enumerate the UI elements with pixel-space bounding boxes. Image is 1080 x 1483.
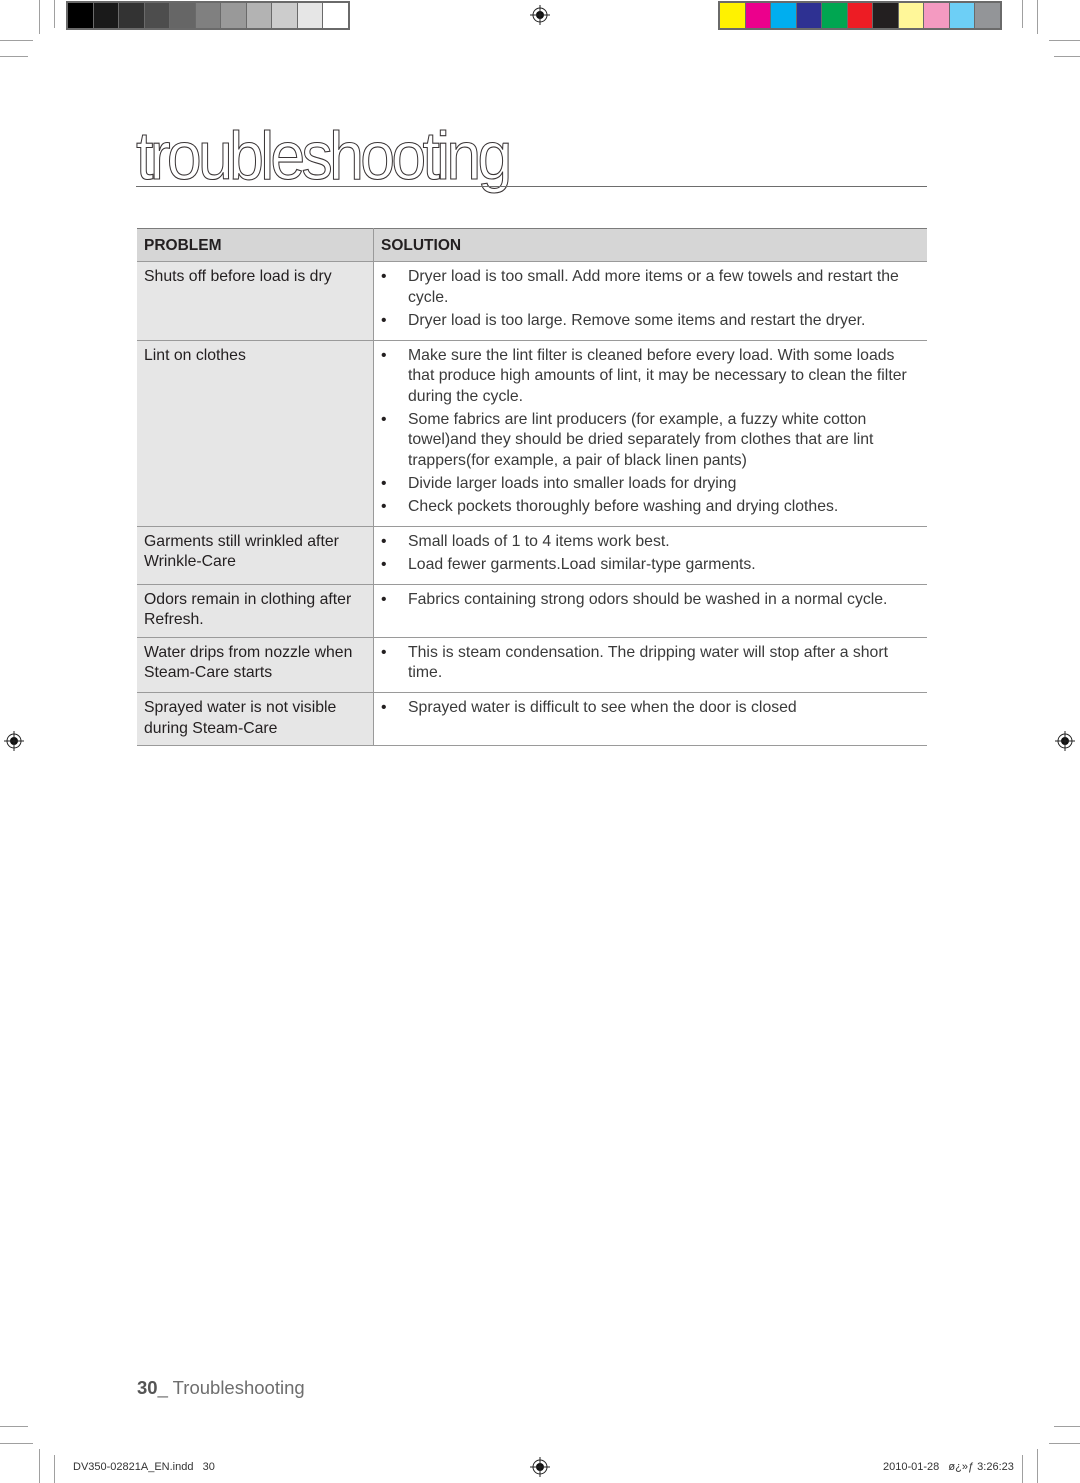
table-row: Water drips from nozzle when Steam-Care …: [137, 637, 927, 693]
color-swatch: [847, 3, 872, 28]
color-swatch: [144, 3, 169, 28]
solution-item: Sprayed water is difficult to see when t…: [378, 698, 920, 719]
solution-cell: Sprayed water is difficult to see when t…: [373, 692, 927, 746]
solution-list: Sprayed water is difficult to see when t…: [378, 698, 920, 719]
solution-item: Dryer load is too small. Add more items …: [378, 267, 920, 308]
problem-cell: Sprayed water is not visible during Stea…: [137, 692, 374, 746]
solution-list: Small loads of 1 to 4 items work best.Lo…: [378, 532, 920, 576]
crop-mark: [1022, 1455, 1023, 1483]
solution-item: This is steam condensation. The dripping…: [378, 643, 920, 684]
problem-cell: Lint on clothes: [137, 340, 374, 527]
color-swatch: [221, 3, 246, 28]
registration-mark-icon: [530, 1457, 550, 1477]
title-rule: [136, 186, 927, 187]
registration-mark-icon: [1055, 731, 1075, 751]
solution-list: Make sure the lint filter is cleaned bef…: [378, 346, 920, 518]
crop-mark: [1022, 0, 1023, 28]
page-title: troubleshooting: [135, 118, 541, 194]
color-swatch: [119, 3, 144, 28]
color-swatch: [246, 3, 271, 28]
solution-cell: Fabrics containing strong odors should b…: [373, 584, 927, 638]
color-swatch: [272, 3, 297, 28]
table-row: Lint on clothesMake sure the lint filter…: [137, 340, 927, 527]
color-swatch: [93, 3, 118, 28]
page-footer: 30_ Troubleshooting: [137, 1377, 305, 1399]
color-swatch: [898, 3, 923, 28]
crop-mark: [1054, 1426, 1080, 1427]
crop-mark: [39, 0, 40, 34]
crop-mark: [1049, 1443, 1080, 1444]
color-swatch: [720, 3, 745, 28]
page-number: 30: [137, 1377, 158, 1398]
solution-item: Fabrics containing strong odors should b…: [378, 590, 920, 611]
table-row: Shuts off before load is dryDryer load i…: [137, 261, 927, 341]
table-row: Odors remain in clothing after Refresh.F…: [137, 584, 927, 638]
grayscale-color-bar: [66, 1, 350, 30]
solution-list: Fabrics containing strong odors should b…: [378, 590, 920, 611]
color-swatch: [924, 3, 949, 28]
page-title-text: troubleshooting: [135, 118, 512, 194]
problem-cell: Odors remain in clothing after Refresh.: [137, 584, 374, 638]
color-swatch: [949, 3, 974, 28]
table-body: Shuts off before load is dryDryer load i…: [137, 261, 927, 746]
print-slug-timestamp: 2010-01-28 ø¿»ƒ 3:26:23: [883, 1461, 1014, 1473]
crop-mark: [0, 1426, 28, 1427]
color-swatch: [771, 3, 796, 28]
solution-list: Dryer load is too small. Add more items …: [378, 267, 920, 331]
crop-mark: [1049, 40, 1080, 41]
color-swatch: [323, 3, 348, 28]
solution-item: Load fewer garments.Load similar-type ga…: [378, 555, 920, 576]
process-color-bar: [718, 1, 1002, 30]
solution-item: Dryer load is too large. Remove some ite…: [378, 311, 920, 332]
color-swatch: [68, 3, 93, 28]
print-slug-file: DV350-02821A_EN.indd 30: [73, 1461, 215, 1473]
troubleshooting-table: PROBLEM SOLUTION Shuts off before load i…: [137, 228, 927, 746]
solution-cell: Make sure the lint filter is cleaned bef…: [373, 340, 927, 527]
color-swatch: [195, 3, 220, 28]
crop-mark: [1037, 0, 1038, 34]
table-header-row: PROBLEM SOLUTION: [137, 228, 927, 262]
problem-cell: Shuts off before load is dry: [137, 261, 374, 341]
solution-cell: Dryer load is too small. Add more items …: [373, 261, 927, 341]
crop-mark: [1054, 56, 1080, 57]
solution-item: Some fabrics are lint producers (for exa…: [378, 410, 920, 472]
color-swatch: [822, 3, 847, 28]
table-row: Garments still wrinkled after Wrinkle-Ca…: [137, 526, 927, 585]
section-name: _ Troubleshooting: [157, 1377, 305, 1398]
problem-cell: Garments still wrinkled after Wrinkle-Ca…: [137, 526, 374, 585]
solution-header: SOLUTION: [373, 228, 927, 262]
solution-list: This is steam condensation. The dripping…: [378, 643, 920, 684]
color-swatch: [297, 3, 322, 28]
color-swatch: [975, 3, 1000, 28]
crop-mark: [0, 40, 33, 41]
color-swatch: [745, 3, 770, 28]
crop-mark: [0, 1443, 33, 1444]
crop-mark: [54, 1455, 55, 1483]
crop-mark: [54, 0, 55, 28]
solution-cell: This is steam condensation. The dripping…: [373, 637, 927, 693]
problem-header: PROBLEM: [137, 228, 374, 262]
registration-mark-icon: [4, 731, 24, 751]
solution-cell: Small loads of 1 to 4 items work best.Lo…: [373, 526, 927, 585]
crop-mark: [1037, 1449, 1038, 1483]
solution-item: Make sure the lint filter is cleaned bef…: [378, 346, 920, 408]
solution-item: Small loads of 1 to 4 items work best.: [378, 532, 920, 553]
registration-mark-icon: [530, 5, 550, 25]
crop-mark: [0, 56, 28, 57]
crop-mark: [39, 1449, 40, 1483]
problem-cell: Water drips from nozzle when Steam-Care …: [137, 637, 374, 693]
table-row: Sprayed water is not visible during Stea…: [137, 692, 927, 746]
solution-item: Divide larger loads into smaller loads f…: [378, 474, 920, 495]
color-swatch: [170, 3, 195, 28]
color-swatch: [796, 3, 821, 28]
solution-item: Check pockets thoroughly before washing …: [378, 497, 920, 518]
color-swatch: [873, 3, 898, 28]
